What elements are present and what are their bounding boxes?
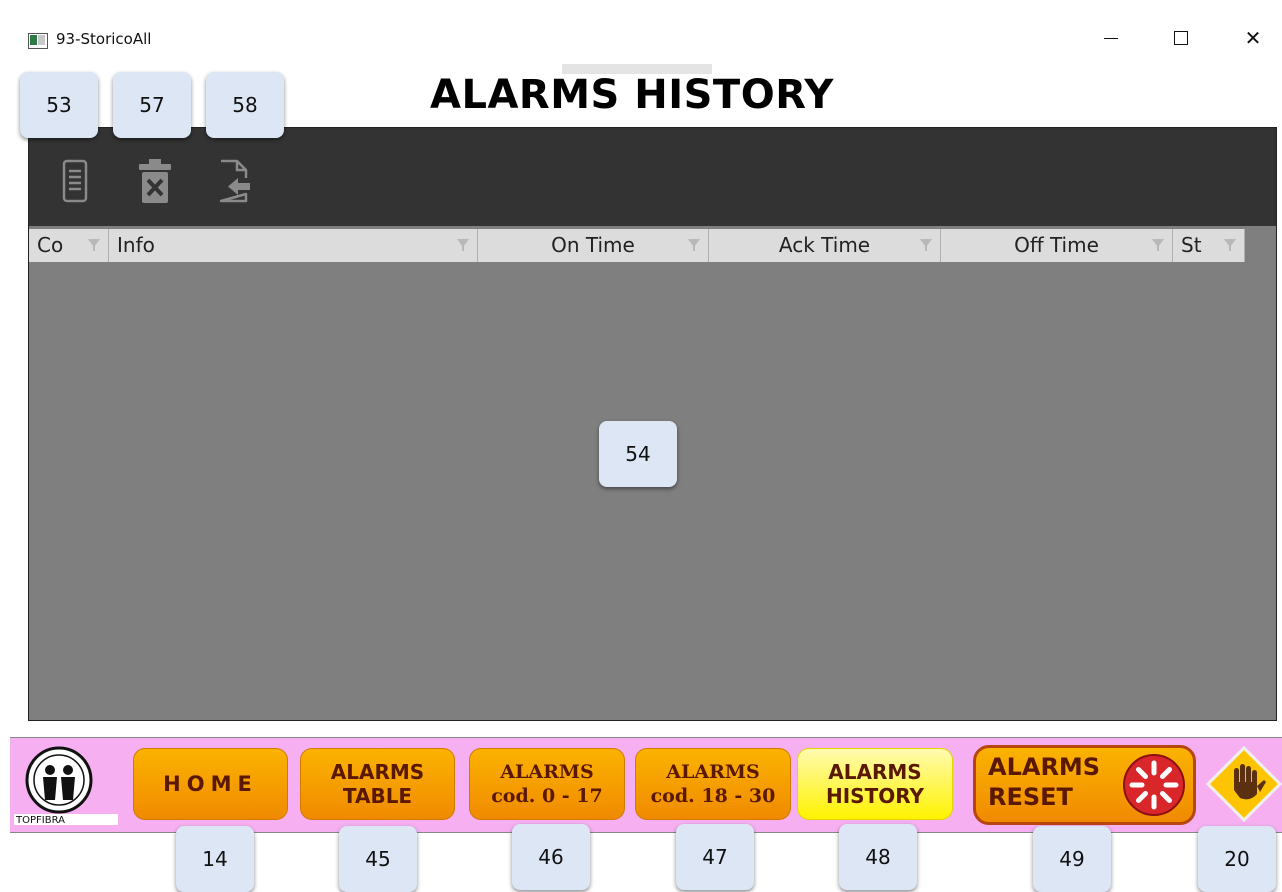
- export-file-icon: [219, 159, 250, 203]
- alarm-table-header: Co Info On Time Ack Time Off Time St: [29, 229, 1245, 262]
- close-icon: ✕: [1244, 26, 1262, 50]
- minimize-icon: [1104, 37, 1118, 39]
- filter-icon[interactable]: [88, 239, 100, 251]
- reset-icon: [1123, 754, 1185, 816]
- minimize-button[interactable]: [1088, 20, 1134, 56]
- maximize-button[interactable]: [1158, 20, 1204, 56]
- callout-46: 46: [512, 824, 590, 890]
- filter-icon[interactable]: [920, 239, 932, 251]
- list-report-button[interactable]: [55, 156, 95, 206]
- window-titlebar: 93-StoricoAll ✕: [0, 0, 1282, 60]
- delete-button[interactable]: [135, 156, 175, 206]
- list-report-icon: [62, 159, 88, 203]
- callout-58: 58: [206, 72, 284, 138]
- column-header-ack-time[interactable]: Ack Time: [709, 229, 941, 262]
- callout-14: 14: [176, 826, 254, 892]
- filter-icon[interactable]: [688, 239, 700, 251]
- export-button[interactable]: [215, 156, 255, 206]
- callout-47: 47: [676, 824, 754, 890]
- callout-53: 53: [20, 72, 98, 138]
- stop-hand-button[interactable]: [1206, 746, 1282, 822]
- column-header-state[interactable]: St: [1173, 229, 1245, 262]
- column-header-info[interactable]: Info: [109, 229, 478, 262]
- column-header-off-time[interactable]: Off Time: [941, 229, 1173, 262]
- callout-57: 57: [113, 72, 191, 138]
- alarms-cod-0-17-button[interactable]: ALARMS cod. 0 - 17: [469, 748, 625, 820]
- app-icon: [28, 33, 48, 49]
- filter-icon[interactable]: [1152, 239, 1164, 251]
- alarm-table-body[interactable]: [29, 262, 1276, 720]
- column-header-on-time[interactable]: On Time: [478, 229, 709, 262]
- maximize-icon: [1174, 31, 1188, 45]
- callout-45: 45: [339, 826, 417, 892]
- callout-20: 20: [1198, 826, 1276, 892]
- page-title: ALARMS HISTORY: [430, 72, 834, 118]
- window-title: 93-StoricoAll: [56, 30, 152, 48]
- logo-text: TOPFIBRA: [15, 815, 65, 826]
- filter-icon[interactable]: [457, 239, 469, 251]
- callout-49: 49: [1033, 826, 1111, 892]
- callout-48: 48: [839, 824, 917, 890]
- filter-icon[interactable]: [1224, 239, 1236, 251]
- callout-54: 54: [599, 421, 677, 487]
- topfibra-logo: TOPFIBRA: [14, 746, 118, 826]
- close-button[interactable]: ✕: [1230, 20, 1276, 56]
- column-header-code[interactable]: Co: [29, 229, 109, 262]
- alarms-table-button[interactable]: ALARMS TABLE: [300, 748, 455, 820]
- bottom-navbar: TOPFIBRA HOME ALARMS TABLE ALARMS cod. 0…: [10, 737, 1282, 833]
- alarms-reset-button[interactable]: ALARMS RESET: [973, 745, 1196, 825]
- alarm-toolbar: [29, 128, 1276, 226]
- delete-trash-icon: [139, 159, 171, 203]
- home-button[interactable]: HOME: [133, 748, 288, 820]
- alarms-history-button[interactable]: ALARMS HISTORY: [797, 748, 953, 820]
- alarms-cod-18-30-button[interactable]: ALARMS cod. 18 - 30: [635, 748, 791, 820]
